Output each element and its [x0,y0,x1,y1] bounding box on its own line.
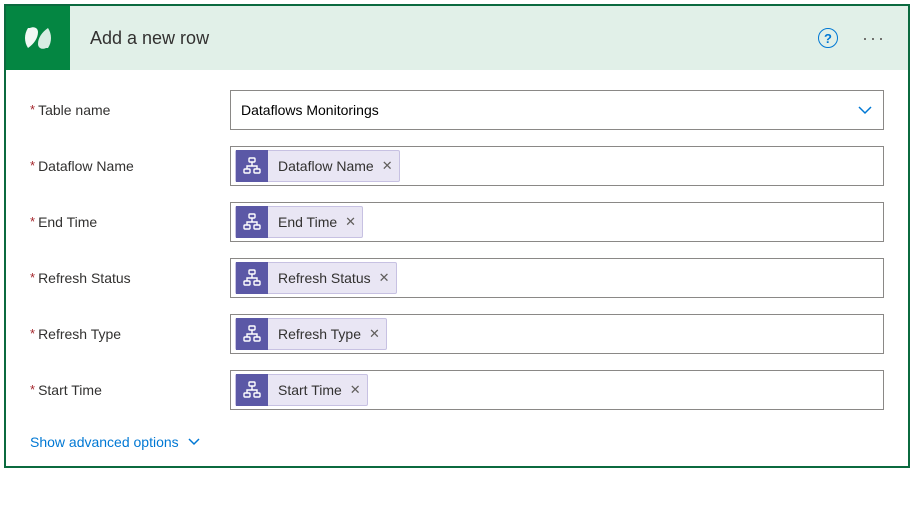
card-body: * Table name Dataflows Monitorings * Dat… [6,70,908,466]
end-time-input[interactable]: End Time ✕ [230,202,884,242]
label-refresh-status: * Refresh Status [30,270,230,286]
dynamic-content-icon [236,318,268,350]
refresh-status-input[interactable]: Refresh Status ✕ [230,258,884,298]
label-dataflow-name: * Dataflow Name [30,158,230,174]
label-end-time: * End Time [30,214,230,230]
label-table-name: * Table name [30,102,230,118]
remove-token-icon[interactable]: ✕ [382,158,393,174]
token-start-time[interactable]: Start Time ✕ [235,374,368,406]
dynamic-content-icon [236,206,268,238]
token-label: Start Time [278,382,342,398]
label-refresh-type: * Refresh Type [30,326,230,342]
chevron-down-icon [187,435,201,449]
table-name-value: Dataflows Monitorings [241,102,379,118]
dynamic-content-icon [236,262,268,294]
chevron-down-icon [857,102,873,118]
label-text: Start Time [38,382,102,398]
required-marker: * [30,326,35,341]
dynamic-content-icon [236,374,268,406]
token-refresh-status[interactable]: Refresh Status ✕ [235,262,397,294]
token-label: Refresh Type [278,326,361,342]
required-marker: * [30,214,35,229]
dataflow-name-input[interactable]: Dataflow Name ✕ [230,146,884,186]
remove-token-icon[interactable]: ✕ [345,214,356,230]
token-label: Dataflow Name [278,158,374,174]
label-text: End Time [38,214,97,230]
row-refresh-status: * Refresh Status Refresh Status ✕ [30,258,884,298]
row-refresh-type: * Refresh Type Refresh Type ✕ [30,314,884,354]
dynamic-content-icon [236,150,268,182]
row-table-name: * Table name Dataflows Monitorings [30,90,884,130]
required-marker: * [30,382,35,397]
show-advanced-options-link[interactable]: Show advanced options [30,434,201,450]
token-dataflow-name[interactable]: Dataflow Name ✕ [235,150,400,182]
advanced-options-label: Show advanced options [30,434,179,450]
label-text: Refresh Type [38,326,121,342]
token-label: Refresh Status [278,270,371,286]
remove-token-icon[interactable]: ✕ [350,382,361,398]
token-end-time[interactable]: End Time ✕ [235,206,363,238]
card-header[interactable]: Add a new row ? ··· [6,6,908,70]
refresh-type-input[interactable]: Refresh Type ✕ [230,314,884,354]
dataverse-icon [20,20,56,56]
label-text: Refresh Status [38,270,131,286]
row-start-time: * Start Time Start Time ✕ [30,370,884,410]
label-start-time: * Start Time [30,382,230,398]
token-refresh-type[interactable]: Refresh Type ✕ [235,318,387,350]
required-marker: * [30,158,35,173]
remove-token-icon[interactable]: ✕ [369,326,380,342]
row-end-time: * End Time End Time ✕ [30,202,884,242]
remove-token-icon[interactable]: ✕ [379,270,390,286]
connector-icon [6,6,70,70]
required-marker: * [30,102,35,117]
label-text: Dataflow Name [38,158,134,174]
row-dataflow-name: * Dataflow Name Dataflow Name ✕ [30,146,884,186]
start-time-input[interactable]: Start Time ✕ [230,370,884,410]
help-icon[interactable]: ? [818,28,838,48]
more-menu-icon[interactable]: ··· [856,28,892,49]
label-text: Table name [38,102,110,118]
card-title[interactable]: Add a new row [70,28,818,49]
table-name-select[interactable]: Dataflows Monitorings [230,90,884,130]
token-label: End Time [278,214,337,230]
required-marker: * [30,270,35,285]
action-card: Add a new row ? ··· * Table name Dataflo… [4,4,910,468]
